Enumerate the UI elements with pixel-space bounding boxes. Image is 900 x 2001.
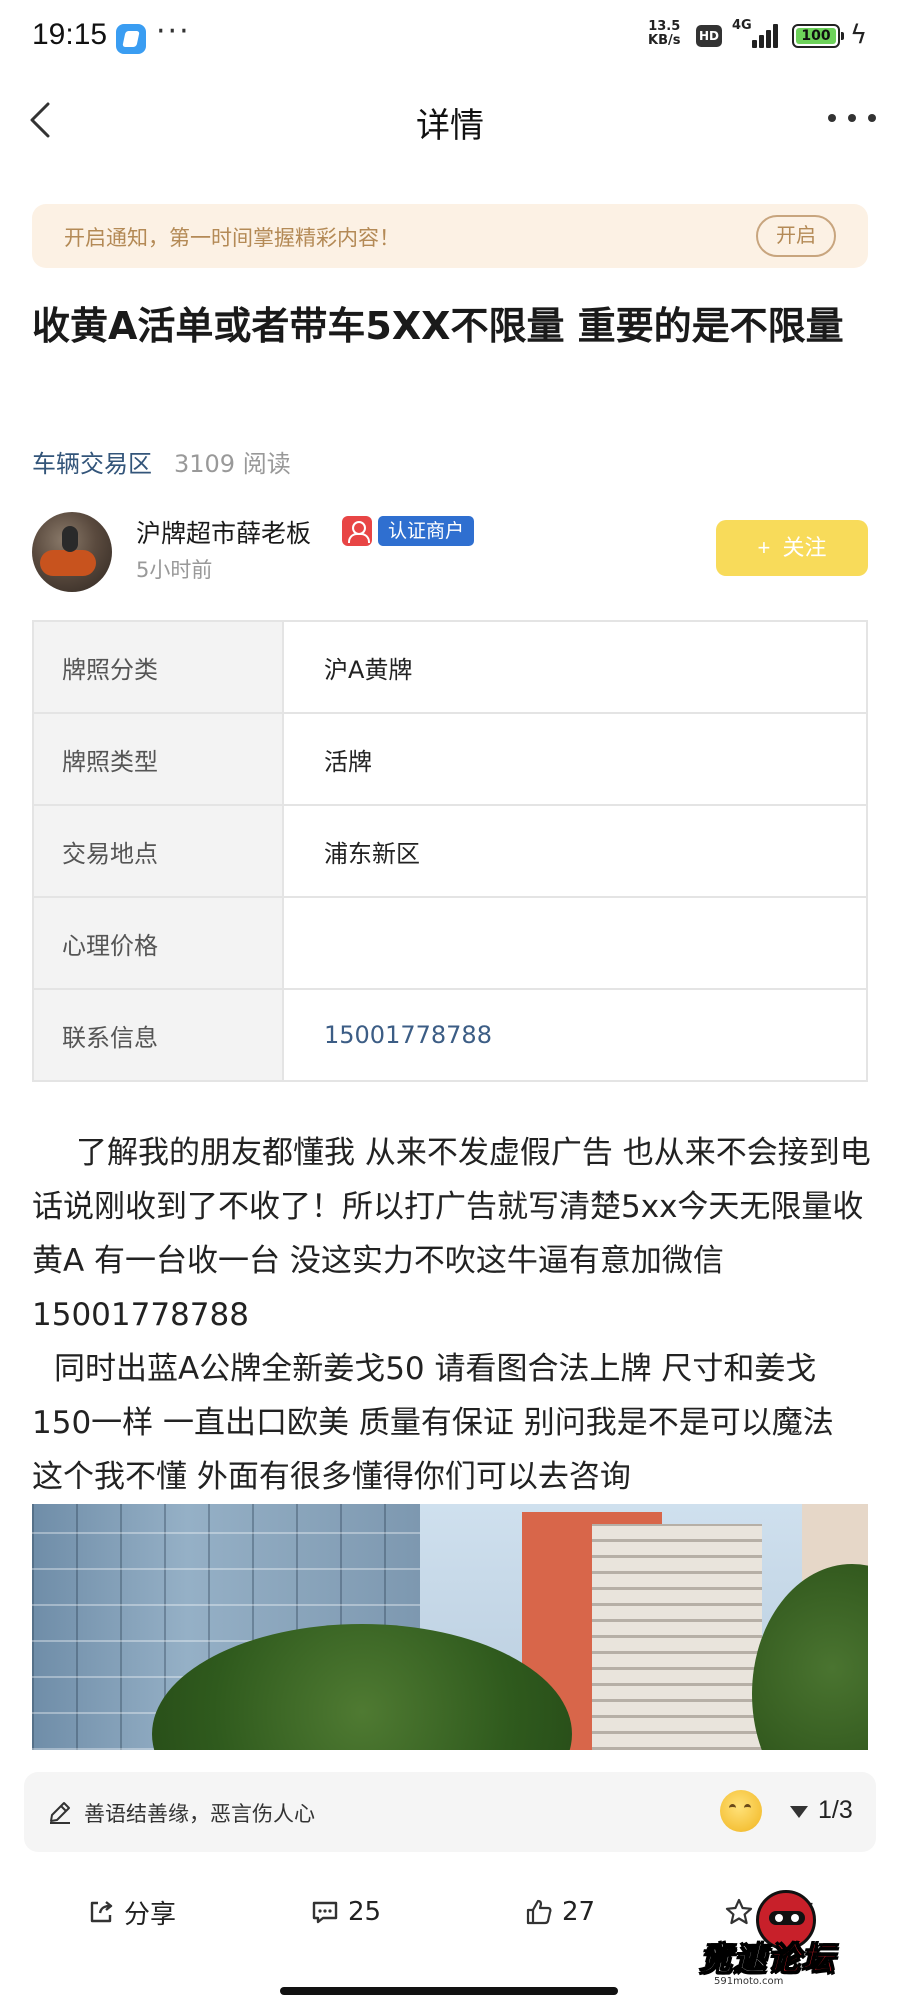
emoji-icon[interactable] [720, 1790, 762, 1832]
post-time: 5小时前 [136, 558, 213, 582]
row-value: 浦东新区 [282, 804, 868, 898]
plus-icon: + [757, 535, 771, 560]
page-title: 详情 [416, 106, 484, 146]
row-value: 沪A黄牌 [282, 620, 868, 714]
home-indicator[interactable] [280, 1987, 618, 1995]
avatar[interactable] [32, 512, 112, 592]
share-label: 分享 [124, 1899, 177, 1930]
user-badge-icon [342, 516, 372, 546]
image-page-indicator: 1/3 [818, 1796, 853, 1824]
battery-icon: 100 [792, 24, 844, 48]
post-photo[interactable] [32, 1504, 868, 1750]
network-speed-unit: KB/s [648, 33, 681, 48]
more-options-icon[interactable] [828, 106, 876, 130]
author-name[interactable]: 沪牌超市薛老板 [136, 514, 311, 550]
caret-down-icon[interactable] [790, 1806, 808, 1818]
comment-icon [312, 1901, 338, 1924]
forum-watermark-logo: 竞速论坛 591moto.com [699, 1890, 890, 1990]
watermark-text: 竞速论坛 [699, 1940, 837, 1979]
author-row: 沪牌超市薛老板 认证商户 5小时前 + 关注 [32, 512, 868, 594]
charging-icon: ϟ [850, 20, 868, 50]
network-speed-value: 13.5 [648, 19, 681, 34]
comment-input[interactable]: 善语结善缘，恶言伤人心 1/3 [24, 1772, 876, 1852]
thumbs-up-icon [526, 1899, 552, 1925]
verified-merchant-badge: 认证商户 [378, 516, 475, 546]
category-link[interactable]: 车辆交易区 [32, 450, 152, 478]
post-meta: 车辆交易区 3109 阅读 [32, 444, 291, 479]
comment-placeholder: 善语结善缘，恶言伤人心 [84, 1802, 315, 1826]
watermark-url: 591moto.com [714, 1976, 784, 1987]
contact-phone-link[interactable]: 15001778788 [282, 988, 868, 1082]
row-label: 联系信息 [32, 988, 284, 1082]
hd-icon: HD [696, 25, 722, 47]
table-row: 联系信息 15001778788 [32, 988, 868, 1082]
row-label: 牌照类型 [32, 712, 284, 806]
comment-button[interactable]: 25 [310, 1892, 381, 1932]
more-notifications-icon: ··· [156, 14, 191, 49]
row-value [282, 896, 868, 990]
battery-level: 100 [796, 28, 836, 44]
post-paragraph: 同时出蓝A公牌全新姜戈50 请看图合法上牌 尺寸和姜戈150一样 一直出口欧美 … [32, 1351, 834, 1495]
post-paragraph: 了解我的朋友都懂我 从来不发虚假广告 也从来不会接到电话说刚收到了不收了！所以打… [32, 1135, 871, 1333]
table-row: 牌照类型 活牌 [32, 712, 868, 806]
table-row: 心理价格 [32, 896, 868, 990]
status-bar: 19:15 ··· 13.5 KB/s HD 4G 100 ϟ [0, 0, 900, 76]
signal-icon [752, 22, 782, 48]
table-row: 交易地点 浦东新区 [32, 804, 868, 898]
row-value: 活牌 [282, 712, 868, 806]
share-icon [90, 1901, 113, 1923]
network-type: 4G [732, 18, 752, 33]
row-label: 牌照分类 [32, 620, 284, 714]
comment-count: 25 [348, 1897, 382, 1927]
app-notification-icon [116, 24, 146, 54]
network-speed: 13.5 KB/s [648, 20, 680, 48]
share-button[interactable]: 分享 [86, 1892, 176, 1932]
row-label: 心理价格 [32, 896, 284, 990]
post-body: 了解我的朋友都懂我 从来不发虚假广告 也从来不会接到电话说刚收到了不收了！所以打… [32, 1126, 872, 1504]
read-count: 3109 阅读 [174, 450, 291, 478]
notification-banner: 开启通知，第一时间掌握精彩内容！ 开启 [32, 204, 868, 268]
header: 详情 [0, 76, 900, 164]
post-title: 收黄A活单或者带车5XX不限量 重要的是不限量 [32, 304, 844, 348]
row-label: 交易地点 [32, 804, 284, 898]
notification-text: 开启通知，第一时间掌握精彩内容！ [64, 226, 400, 250]
table-row: 牌照分类 沪A黄牌 [32, 620, 868, 714]
enable-notification-button[interactable]: 开启 [756, 215, 836, 257]
status-time: 19:15 [32, 18, 108, 51]
follow-button[interactable]: + 关注 [716, 520, 868, 576]
listing-info-table: 牌照分类 沪A黄牌 牌照类型 活牌 交易地点 浦东新区 心理价格 联系信息 15… [32, 620, 868, 1082]
follow-label: 关注 [782, 535, 827, 560]
pen-icon [50, 1802, 70, 1824]
like-button[interactable]: 27 [524, 1892, 595, 1932]
like-count: 27 [562, 1897, 596, 1927]
